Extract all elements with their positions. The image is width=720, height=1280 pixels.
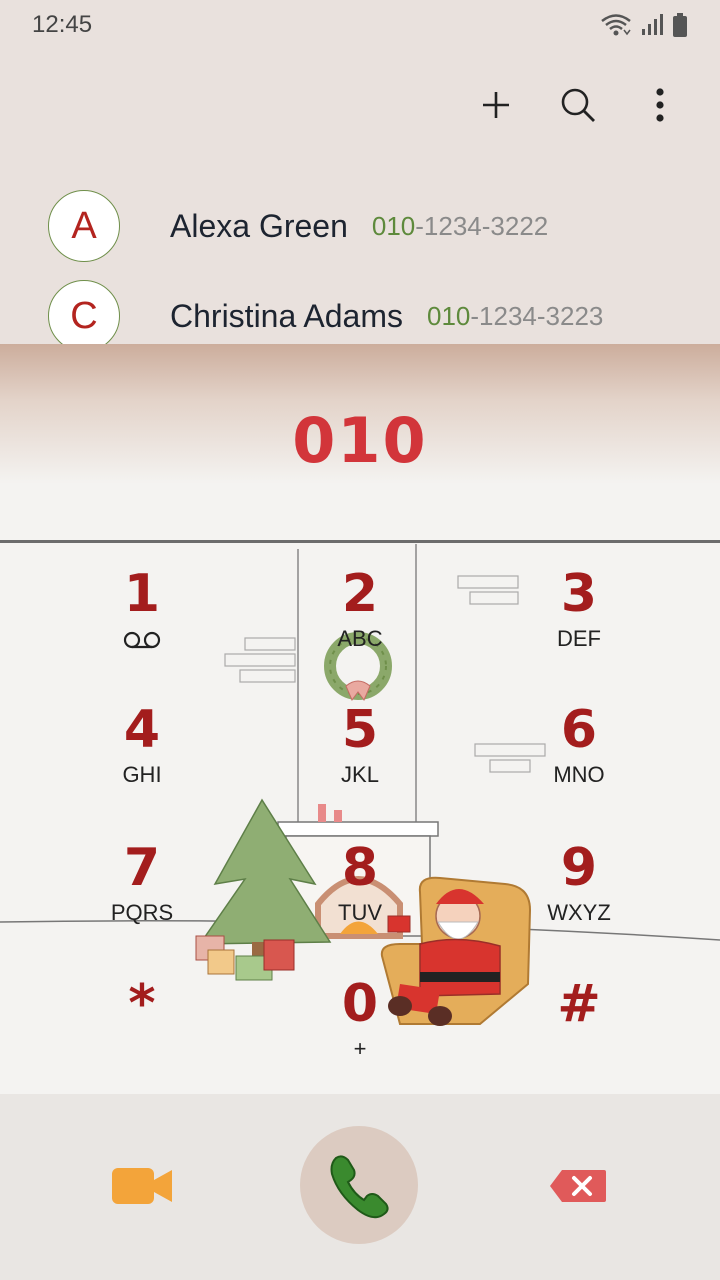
voicemail-icon: [123, 631, 161, 649]
backspace-button[interactable]: [548, 1168, 608, 1204]
key-letters: ABC: [337, 626, 383, 651]
key-1[interactable]: 1: [62, 564, 222, 684]
key-2[interactable]: 2 ABC: [280, 564, 440, 684]
dialed-number[interactable]: 010: [0, 404, 720, 477]
number-rest: -1234-3222: [415, 210, 549, 241]
key-letters: MNO: [553, 762, 605, 787]
contact-name: Christina Adams: [170, 297, 403, 334]
key-4[interactable]: 4 GHI: [62, 700, 222, 820]
key-3[interactable]: 3 DEF: [499, 564, 659, 684]
key-letters: DEF: [557, 626, 601, 651]
divider: [0, 540, 720, 543]
key-0[interactable]: 0 +: [280, 974, 440, 1094]
status-icons: [600, 12, 688, 38]
key-digit: 6: [560, 700, 598, 760]
contact-row[interactable]: C Christina Adams 010-1234-3223: [48, 280, 688, 344]
key-letters: PQRS: [110, 900, 174, 925]
contact-name: Alexa Green: [170, 207, 348, 244]
phone-icon: [330, 1155, 389, 1219]
contact-number: 010-1234-3222: [372, 211, 548, 242]
key-5[interactable]: 5 JKL: [280, 700, 440, 820]
key-digit: 9: [560, 838, 598, 898]
call-button[interactable]: [300, 1126, 418, 1244]
backspace-icon: [550, 1170, 606, 1202]
contact-row[interactable]: A Alexa Green 010-1234-3222: [48, 190, 688, 262]
key-digit: 0: [341, 974, 379, 1034]
avatar: A: [48, 190, 120, 262]
search-icon: [561, 88, 595, 122]
key-digit: *: [128, 974, 156, 1034]
contact-suggestions: A Alexa Green 010-1234-3222 C Christina …: [0, 186, 720, 344]
key-digit: 4: [123, 700, 161, 760]
dialer-panel: 010 1 2 ABC 3 DEF 4 GHI 5 JKL 6 MNO 7 PQ…: [0, 344, 720, 1094]
key-digit: 3: [560, 564, 598, 624]
key-letters: JKL: [341, 762, 379, 787]
key-9[interactable]: 9 WXYZ: [499, 838, 659, 958]
contact-number: 010-1234-3223: [427, 301, 603, 332]
key-digit: 8: [341, 838, 379, 898]
video-call-icon: [112, 1168, 172, 1204]
signal-icon: [642, 14, 663, 35]
add-contact-button[interactable]: [476, 85, 516, 125]
key-letters: WXYZ: [547, 900, 611, 925]
video-call-button[interactable]: [110, 1164, 174, 1208]
avatar: C: [48, 280, 120, 344]
action-bar: [476, 70, 680, 140]
key-digit: 5: [341, 700, 379, 760]
status-time: 12:45: [32, 11, 93, 38]
keypad: 1 2 ABC 3 DEF 4 GHI 5 JKL 6 MNO 7 PQRS 8…: [0, 544, 720, 1092]
key-7[interactable]: 7 PQRS: [62, 838, 222, 958]
key-digit: 7: [123, 838, 161, 898]
number-rest: -1234-3223: [470, 300, 604, 331]
more-vert-icon: [656, 88, 664, 122]
key-digit: #: [557, 974, 601, 1034]
key-digit: 1: [123, 564, 161, 624]
key-letters: +: [353, 1036, 367, 1061]
key-6[interactable]: 6 MNO: [499, 700, 659, 820]
search-button[interactable]: [558, 85, 598, 125]
plus-icon: [483, 92, 509, 118]
key-letters: TUV: [338, 900, 382, 925]
wifi-icon: [601, 14, 631, 36]
status-bar: 12:45: [0, 0, 720, 50]
key-letters: GHI: [122, 762, 162, 787]
key-digit: 2: [341, 564, 379, 624]
battery-icon: [673, 13, 687, 37]
bottom-bar: [0, 1094, 720, 1280]
key-8[interactable]: 8 TUV: [280, 838, 440, 958]
key-hash[interactable]: #: [499, 974, 659, 1094]
number-match: 010: [371, 210, 416, 241]
number-match: 010: [426, 300, 471, 331]
more-options-button[interactable]: [640, 85, 680, 125]
key-star[interactable]: *: [62, 974, 222, 1094]
